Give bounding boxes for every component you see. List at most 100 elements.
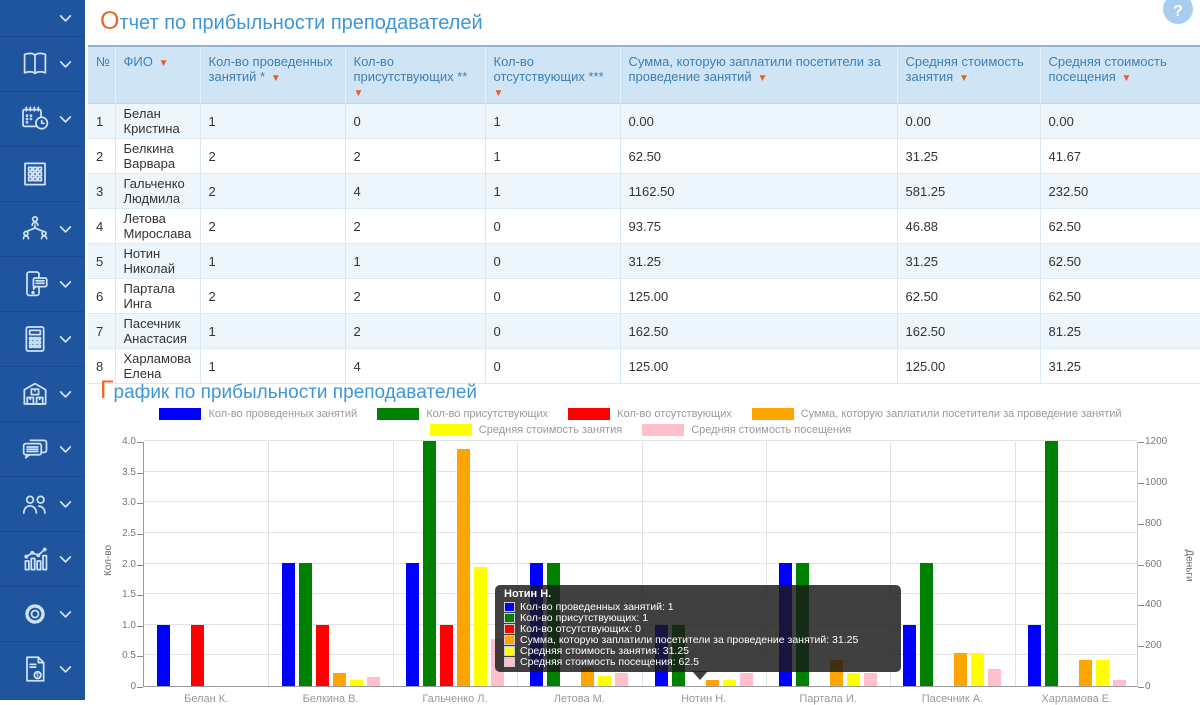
tooltip-swatch	[504, 624, 515, 634]
chevron-down-icon	[59, 14, 72, 23]
clients-icon	[17, 486, 53, 522]
bar[interactable]	[1045, 441, 1058, 686]
chevron-down-icon	[59, 665, 72, 674]
sidebar-item-schedule[interactable]	[0, 91, 85, 146]
table-cell: 0	[485, 279, 620, 314]
bar[interactable]	[706, 680, 719, 686]
legend-label: Сумма, которую заплатили посетители за п…	[801, 408, 1122, 420]
legend-label: Средняя стоимость занятия	[479, 424, 622, 436]
legend-label: Кол-во присутствующих	[426, 408, 548, 420]
table-cell: 1162.50	[620, 174, 897, 209]
legend-swatch	[568, 408, 610, 420]
bar[interactable]	[740, 673, 753, 686]
bar[interactable]	[1028, 625, 1041, 686]
column-header-label: Кол-во присутствующих **	[354, 54, 468, 84]
bar[interactable]	[971, 653, 984, 686]
bar[interactable]	[864, 673, 877, 686]
table-cell: 3	[88, 174, 115, 209]
sidebar-item-clients[interactable]	[0, 476, 85, 531]
column-header-1[interactable]: ФИО ▼	[115, 46, 200, 104]
y-axis-right-tick-label: 1200	[1145, 436, 1187, 447]
bar[interactable]	[423, 441, 436, 686]
bar[interactable]	[282, 563, 295, 686]
tooltip-line-text: Сумма, которую заплатили посетители за п…	[520, 635, 858, 646]
table-cell: Нотин Николай	[115, 244, 200, 279]
tooltip-swatch	[504, 613, 515, 623]
sort-arrow-icon: ▼	[494, 88, 504, 99]
sidebar-item-mobile-chat[interactable]	[0, 256, 85, 311]
schedule-icon	[17, 101, 53, 137]
sidebar-item-statistics[interactable]	[0, 531, 85, 586]
bar[interactable]	[440, 625, 453, 686]
sidebar-item-top-collapsed[interactable]	[0, 0, 85, 36]
table-cell: 2	[345, 139, 485, 174]
table-cell: 6	[88, 279, 115, 314]
mobile-chat-icon	[17, 266, 53, 302]
sidebar-item-warehouse[interactable]	[0, 366, 85, 421]
legend-label: Кол-во проведенных занятий	[208, 408, 357, 420]
y-axis-left-tick	[137, 534, 143, 535]
sidebar-item-calculator[interactable]	[0, 311, 85, 366]
bar[interactable]	[474, 567, 487, 686]
tooltip-swatch	[504, 602, 515, 612]
bar[interactable]	[598, 676, 611, 686]
table-cell: 0	[485, 314, 620, 349]
column-header-6[interactable]: Средняя стоимость занятия ▼	[897, 46, 1040, 104]
x-axis-label: Харламова Е.	[1015, 693, 1139, 705]
bar[interactable]	[1113, 680, 1126, 686]
table-header-row: №ФИО ▼Кол-во проведенных занятий * ▼Кол-…	[88, 46, 1200, 104]
column-header-0: №	[88, 46, 115, 104]
column-header-3[interactable]: Кол-во присутствующих ** ▼	[345, 46, 485, 104]
sidebar-item-messages[interactable]	[0, 421, 85, 476]
bar[interactable]	[1079, 660, 1092, 686]
sidebar-item-settings[interactable]	[0, 586, 85, 641]
bar[interactable]	[954, 653, 967, 686]
bar[interactable]	[406, 563, 419, 686]
chevron-down-icon	[59, 60, 72, 69]
bar[interactable]	[333, 673, 346, 686]
y-axis-right-tick-label: 600	[1145, 559, 1187, 570]
sidebar-item-grid[interactable]	[0, 146, 85, 201]
y-axis-right-tick-label: 200	[1145, 640, 1187, 651]
bar[interactable]	[367, 677, 380, 686]
y-axis-left-tick	[137, 595, 143, 596]
y-axis-left-tick	[137, 626, 143, 627]
bar[interactable]	[457, 449, 470, 686]
column-header-4[interactable]: Кол-во отсутствующих *** ▼	[485, 46, 620, 104]
table-row: 6Партала Инга220125.0062.5062.50	[88, 279, 1200, 314]
bar[interactable]	[903, 625, 916, 686]
table-cell: 2	[345, 279, 485, 314]
tooltip-line-text: Кол-во отсутствующих: 0	[520, 624, 641, 635]
tooltip-line: Кол-во проведенных занятий: 1	[504, 602, 892, 613]
table-cell: 2	[200, 139, 345, 174]
bar-group	[890, 442, 1014, 686]
bar[interactable]	[299, 563, 312, 686]
table-cell: 0.00	[1040, 104, 1200, 139]
bar[interactable]	[847, 673, 860, 686]
table-row: 3Гальченко Людмила2411162.50581.25232.50	[88, 174, 1200, 209]
bar[interactable]	[191, 625, 204, 686]
bar[interactable]	[1096, 660, 1109, 686]
help-button[interactable]: ?	[1163, 0, 1193, 24]
sidebar-item-book[interactable]	[0, 36, 85, 91]
column-header-7[interactable]: Средняя стоимость посещения ▼	[1040, 46, 1200, 104]
sidebar-item-org-structure[interactable]	[0, 201, 85, 256]
bar[interactable]	[316, 625, 329, 686]
bar[interactable]	[615, 673, 628, 686]
bar[interactable]	[920, 563, 933, 686]
column-header-5[interactable]: Сумма, которую заплатили посетители за п…	[620, 46, 897, 104]
y-axis-left-tick-label: 2.5	[96, 528, 136, 539]
bar-group	[268, 442, 392, 686]
bar[interactable]	[350, 680, 363, 686]
table-cell: 1	[200, 104, 345, 139]
sidebar-item-invoices[interactable]: $	[0, 641, 85, 696]
tooltip-line-text: Средняя стоимость посещения: 62.5	[520, 657, 699, 668]
column-header-2[interactable]: Кол-во проведенных занятий * ▼	[200, 46, 345, 104]
bar[interactable]	[157, 625, 170, 686]
messages-icon	[17, 431, 53, 467]
bar[interactable]	[723, 680, 736, 686]
legend-label: Кол-во отсутствующих	[617, 408, 732, 420]
bar[interactable]	[988, 669, 1001, 686]
table-cell: 0	[485, 349, 620, 384]
tooltip-line: Кол-во присутствующих: 1	[504, 613, 892, 624]
